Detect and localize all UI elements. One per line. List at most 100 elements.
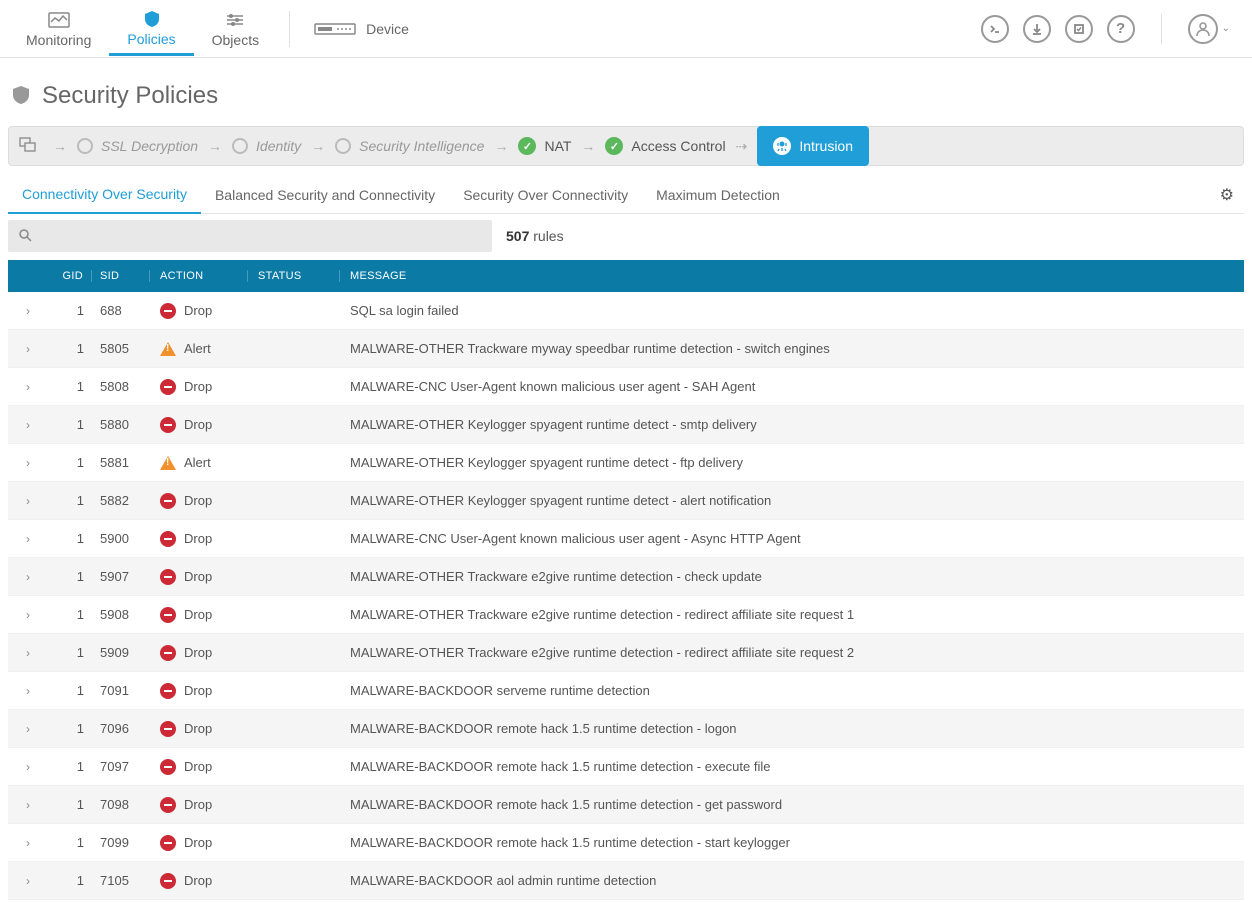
cell-gid: 1 xyxy=(48,721,92,736)
table-row[interactable]: ›17096DropMALWARE-BACKDOOR remote hack 1… xyxy=(8,710,1244,748)
settings-button[interactable]: ⚙ xyxy=(1210,185,1244,205)
table-row[interactable]: ›15882DropMALWARE-OTHER Keylogger spyage… xyxy=(8,482,1244,520)
drop-icon xyxy=(160,835,176,851)
action-label: Drop xyxy=(184,493,212,508)
expand-toggle[interactable]: › xyxy=(8,570,48,584)
col-action[interactable]: ACTION xyxy=(150,270,248,282)
flow-security-intelligence[interactable]: Security Intelligence xyxy=(335,138,484,154)
intrusion-icon xyxy=(773,137,791,155)
cell-sid: 5880 xyxy=(92,417,150,432)
help-button[interactable]: ? xyxy=(1107,15,1135,43)
table-row[interactable]: ›17105DropMALWARE-BACKDOOR aol admin run… xyxy=(8,862,1244,900)
check-icon: ✓ xyxy=(605,137,623,155)
rules-count: 507 rules xyxy=(506,228,564,244)
col-gid[interactable]: GID xyxy=(48,270,92,282)
nav-objects[interactable]: Objects xyxy=(194,3,277,54)
expand-toggle[interactable]: › xyxy=(8,874,48,888)
table-row[interactable]: ›17099DropMALWARE-BACKDOOR remote hack 1… xyxy=(8,824,1244,862)
drop-icon xyxy=(160,721,176,737)
nav-monitoring[interactable]: Monitoring xyxy=(8,3,109,54)
flow-identity[interactable]: Identity xyxy=(232,138,301,154)
cell-gid: 1 xyxy=(48,759,92,774)
cell-message: MALWARE-OTHER Trackware e2give runtime d… xyxy=(340,645,1244,660)
cli-button[interactable] xyxy=(981,15,1009,43)
expand-toggle[interactable]: › xyxy=(8,722,48,736)
cell-message: MALWARE-OTHER Trackware myway speedbar r… xyxy=(340,341,1244,356)
check-icon: ✓ xyxy=(518,137,536,155)
action-label: Drop xyxy=(184,797,212,812)
cell-action: Drop xyxy=(150,683,248,699)
cell-action: Drop xyxy=(150,797,248,813)
gear-icon: ⚙ xyxy=(1220,187,1234,204)
expand-toggle[interactable]: › xyxy=(8,456,48,470)
expand-toggle[interactable]: › xyxy=(8,608,48,622)
expand-toggle[interactable]: › xyxy=(8,380,48,394)
table-row[interactable]: ›15881AlertMALWARE-OTHER Keylogger spyag… xyxy=(8,444,1244,482)
arrow-icon: ⇢ xyxy=(736,138,748,155)
tab-balanced-security[interactable]: Balanced Security and Connectivity xyxy=(201,177,449,213)
search-icon xyxy=(18,228,32,245)
tab-connectivity-over-security[interactable]: Connectivity Over Security xyxy=(8,176,201,214)
action-label: Drop xyxy=(184,569,212,584)
expand-toggle[interactable]: › xyxy=(8,646,48,660)
table-row[interactable]: ›15907DropMALWARE-OTHER Trackware e2give… xyxy=(8,558,1244,596)
cell-sid: 5881 xyxy=(92,455,150,470)
table-row[interactable]: ›15880DropMALWARE-OTHER Keylogger spyage… xyxy=(8,406,1244,444)
table-row[interactable]: ›17097DropMALWARE-BACKDOOR remote hack 1… xyxy=(8,748,1244,786)
deploy-button[interactable] xyxy=(1065,15,1093,43)
drop-icon xyxy=(160,873,176,889)
expand-toggle[interactable]: › xyxy=(8,836,48,850)
col-status[interactable]: STATUS xyxy=(248,270,340,282)
cell-gid: 1 xyxy=(48,607,92,622)
table-row[interactable]: ›15805AlertMALWARE-OTHER Trackware myway… xyxy=(8,330,1244,368)
cell-message: MALWARE-OTHER Keylogger spyagent runtime… xyxy=(340,417,1244,432)
nav-policies[interactable]: Policies xyxy=(109,2,193,56)
cell-action: Drop xyxy=(150,531,248,547)
table-row[interactable]: ›15909DropMALWARE-OTHER Trackware e2give… xyxy=(8,634,1244,672)
flow-intrusion[interactable]: Intrusion xyxy=(757,126,869,166)
tab-security-over-connectivity[interactable]: Security Over Connectivity xyxy=(449,177,642,213)
expand-toggle[interactable]: › xyxy=(8,798,48,812)
search-box[interactable] xyxy=(8,220,492,252)
expand-toggle[interactable]: › xyxy=(8,684,48,698)
table-row[interactable]: ›15900DropMALWARE-CNC User-Agent known m… xyxy=(8,520,1244,558)
expand-toggle[interactable]: › xyxy=(8,760,48,774)
table-row[interactable]: ›1688DropSQL sa login failed xyxy=(8,292,1244,330)
alert-icon xyxy=(160,456,176,470)
col-sid[interactable]: SID xyxy=(92,270,150,282)
cell-sid: 7091 xyxy=(92,683,150,698)
expand-toggle[interactable]: › xyxy=(8,304,48,318)
page-title: Security Policies xyxy=(42,82,218,110)
expand-toggle[interactable]: › xyxy=(8,494,48,508)
action-label: Drop xyxy=(184,417,212,432)
user-menu[interactable]: ⌄ xyxy=(1188,14,1230,44)
chevron-down-icon: ⌄ xyxy=(1222,23,1230,34)
cell-sid: 7105 xyxy=(92,873,150,888)
tab-maximum-detection[interactable]: Maximum Detection xyxy=(642,177,794,213)
drop-icon xyxy=(160,759,176,775)
cell-sid: 5882 xyxy=(92,493,150,508)
table-row[interactable]: ›15908DropMALWARE-OTHER Trackware e2give… xyxy=(8,596,1244,634)
expand-toggle[interactable]: › xyxy=(8,418,48,432)
cell-gid: 1 xyxy=(48,455,92,470)
nav-separator xyxy=(289,11,290,47)
drop-icon xyxy=(160,569,176,585)
flow-ssl-decryption[interactable]: SSL Decryption xyxy=(77,138,198,154)
cell-gid: 1 xyxy=(48,873,92,888)
download-button[interactable] xyxy=(1023,15,1051,43)
nav-device[interactable]: Device xyxy=(302,19,421,39)
expand-toggle[interactable]: › xyxy=(8,532,48,546)
cell-gid: 1 xyxy=(48,835,92,850)
flow-nat[interactable]: ✓NAT xyxy=(518,137,571,155)
table-row[interactable]: ›17098DropMALWARE-BACKDOOR remote hack 1… xyxy=(8,786,1244,824)
action-label: Drop xyxy=(184,531,212,546)
table-row[interactable]: ›17091DropMALWARE-BACKDOOR serveme runti… xyxy=(8,672,1244,710)
col-message[interactable]: MESSAGE xyxy=(340,270,1244,282)
drop-icon xyxy=(160,531,176,547)
action-label: Drop xyxy=(184,303,212,318)
table-row[interactable]: ›15808DropMALWARE-CNC User-Agent known m… xyxy=(8,368,1244,406)
expand-toggle[interactable]: › xyxy=(8,342,48,356)
search-input[interactable] xyxy=(40,229,482,244)
cell-message: MALWARE-OTHER Keylogger spyagent runtime… xyxy=(340,455,1244,470)
flow-access-control[interactable]: ✓Access Control xyxy=(605,137,725,155)
